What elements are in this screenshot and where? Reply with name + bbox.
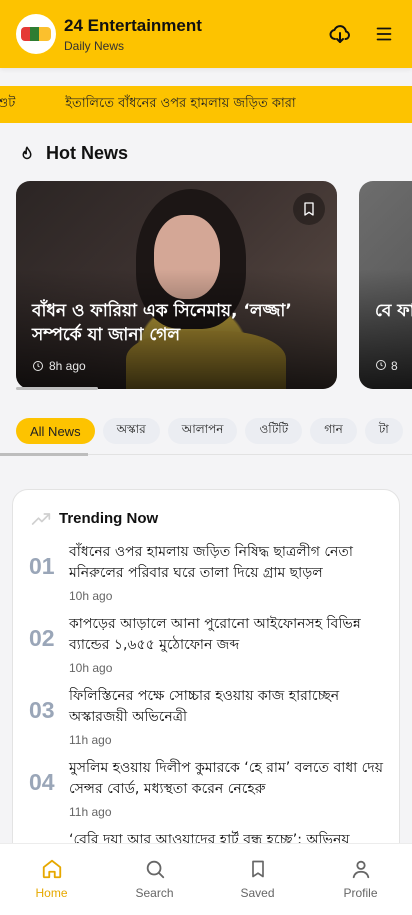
card-time-label: 8h ago	[49, 359, 86, 373]
trending-item-time: 11h ago	[69, 805, 112, 819]
trending-item-time: 10h ago	[69, 589, 113, 603]
trending-title: Trending Now	[59, 510, 159, 527]
bookmark-icon	[304, 202, 314, 216]
home-icon	[42, 859, 61, 879]
nav-profile[interactable]: Profile	[309, 844, 412, 915]
news-ticker[interactable]: পবীরের ফটোশুট ইতালিতে বাঁধনের ওপর হামলায…	[0, 86, 412, 123]
trending-item-text: ফিলিস্তিনের পক্ষে সোচ্চার হওয়ায় কাজ হা…	[69, 686, 389, 758]
header-actions	[328, 22, 396, 46]
trending-item-title: বাঁধনের ওপর হামলায় জড়িত নিষিদ্ধ ছাত্রল…	[69, 544, 353, 581]
trending-up-icon	[31, 512, 51, 525]
menu-icon[interactable]	[372, 22, 396, 46]
category-chip[interactable]: ওটিটি	[245, 418, 303, 444]
trending-item-text: কাপড়ের আড়ালে আনা পুরোনো আইফোনসহ বিভিন্…	[69, 614, 389, 686]
trending-rank: 01	[29, 553, 55, 579]
category-chip[interactable]: টা	[364, 418, 403, 444]
trending-item-title: মুসলিম হওয়ায় দিলীপ কুমারকে ‘হে রাম’ বল…	[69, 760, 383, 797]
trending-rank: 03	[29, 697, 55, 723]
ticker-item[interactable]: ইতালিতে বাঁধনের ওপর হামলায় জড়িত কারা	[65, 94, 295, 115]
nav-home-label: Home	[35, 886, 68, 900]
nav-saved[interactable]: Saved	[206, 844, 309, 915]
trending-item-text: মুসলিম হওয়ায় দিলীপ কুমারকে ‘হে রাম’ বল…	[69, 758, 389, 830]
app-subtitle: Daily News	[64, 38, 125, 53]
trending-rank: 02	[29, 625, 55, 651]
trending-item-text: বাঁধনের ওপর হামলায় জড়িত নিষিদ্ধ ছাত্রল…	[69, 542, 389, 614]
category-chip-all-news[interactable]: All News	[16, 418, 95, 444]
card-title: বাঁধন ও ফারিয়া এক সিনেমায়, ‘লজ্জা’ সম্…	[32, 301, 292, 345]
bookmark-icon	[251, 860, 264, 878]
trending-item[interactable]: 04 মুসলিম হওয়ায় দিলীপ কুমারকে ‘হে রাম’…	[29, 758, 389, 830]
nav-home[interactable]: Home	[0, 844, 103, 915]
clock-icon	[376, 360, 386, 370]
search-icon	[146, 860, 164, 879]
user-icon	[352, 860, 369, 879]
category-chip[interactable]: গান	[310, 418, 357, 444]
hot-news-card[interactable]: বে ফা 8	[359, 181, 412, 389]
carousel-scroll-indicator	[16, 387, 98, 390]
card-time: 8h ago	[32, 359, 86, 373]
ticker-track: পবীরের ফটোশুট ইতালিতে বাঁধনের ওপর হামলায…	[0, 94, 296, 115]
category-chips: All News অস্কার আলাপন ওটিটি গান টা	[16, 418, 403, 444]
app-screen: 24 Entertainment Daily News পবীরের ফটোশু…	[0, 0, 412, 915]
flame-icon	[22, 146, 32, 159]
trending-item[interactable]: 02 কাপড়ের আড়ালে আনা পুরোনো আইফোনসহ বিভ…	[29, 614, 389, 686]
nav-profile-label: Profile	[343, 886, 378, 900]
app-title: 24 Entertainment	[64, 15, 202, 35]
hot-news-title: Hot News	[46, 143, 129, 163]
chips-scroll-indicator	[0, 453, 88, 456]
hot-news-carousel[interactable]: বাঁধন ও ফারিয়া এক সিনেমায়, ‘লজ্জা’ সম্…	[16, 181, 412, 389]
brand-block: 24 Entertainment Daily News	[64, 16, 202, 53]
trending-rank: 04	[29, 769, 55, 795]
category-chip[interactable]: অস্কার	[102, 418, 160, 444]
bottom-navigation: Home Search Saved Profile	[0, 843, 412, 915]
trending-item-time: 10h ago	[69, 661, 113, 675]
hot-news-heading: Hot News	[18, 143, 128, 164]
trending-item-title: কাপড়ের আড়ালে আনা পুরোনো আইফোনসহ বিভিন্…	[69, 616, 361, 653]
bookmark-button[interactable]	[293, 193, 325, 225]
app-header: 24 Entertainment Daily News	[0, 0, 412, 68]
category-chip[interactable]: আলাপন	[167, 418, 238, 444]
nav-search-label: Search	[135, 886, 174, 900]
nav-saved-label: Saved	[240, 886, 275, 900]
logo-mark	[21, 27, 51, 41]
trending-item[interactable]: 03 ফিলিস্তিনের পক্ষে সোচ্চার হওয়ায় কাজ…	[29, 686, 389, 758]
trending-item[interactable]: 01 বাঁধনের ওপর হামলায় জড়িত নিষিদ্ধ ছাত…	[29, 542, 389, 614]
clock-icon	[33, 361, 43, 371]
trending-item-title: ফিলিস্তিনের পক্ষে সোচ্চার হওয়ায় কাজ হা…	[69, 688, 340, 725]
app-logo[interactable]	[16, 14, 56, 54]
card-time-label: 8	[391, 359, 398, 373]
trending-heading: Trending Now	[31, 510, 158, 527]
trending-item-time: 11h ago	[69, 733, 112, 747]
hot-news-card[interactable]: বাঁধন ও ফারিয়া এক সিনেমায়, ‘লজ্জা’ সম্…	[16, 181, 337, 389]
nav-search[interactable]: Search	[103, 844, 206, 915]
download-cloud-icon[interactable]	[328, 22, 352, 46]
card-title: বে ফা	[375, 301, 412, 321]
ticker-item[interactable]: পবীরের ফটোশুট	[0, 94, 15, 115]
card-time: 8	[375, 359, 398, 373]
